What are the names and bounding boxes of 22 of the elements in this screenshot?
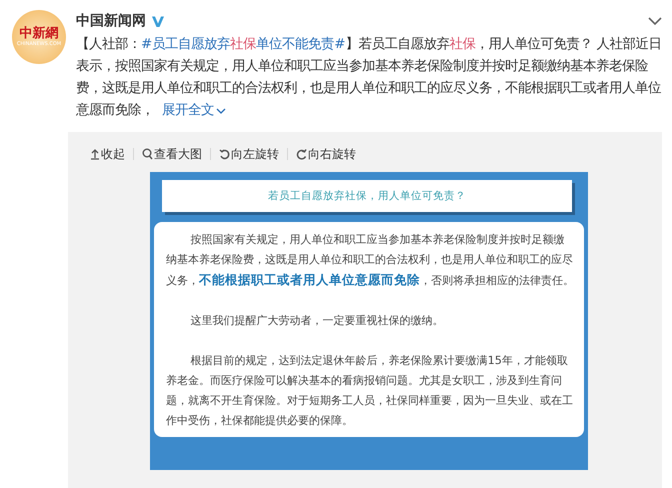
upload-arrow-icon bbox=[90, 148, 100, 160]
article-image[interactable] bbox=[150, 172, 588, 470]
chevron-down-icon[interactable] bbox=[648, 16, 662, 26]
expand-link[interactable]: 展开全文 bbox=[162, 100, 226, 122]
toolbar-button[interactable]: 向右旋转 bbox=[288, 146, 364, 162]
toolbar-button[interactable]: 查看大图 bbox=[134, 146, 210, 162]
image-paragraph: 按照国家有关规定，用人单位和职工应当参加基本养老保险制度并按时足额缴纳基本养老保险费，这既是用人单位和职工的合法权利，也是用人单位和职工的应尽义务，不能根据职工或者用人单位意愿而免除，否则将承担相应的法律责任。 bbox=[166, 232, 574, 289]
search-icon bbox=[142, 148, 153, 160]
chevron-down-icon bbox=[216, 108, 226, 114]
image-title: 若员工自愿放弃社保，用人单位可免责？ bbox=[162, 180, 572, 212]
toolbar-button[interactable]: 收起 bbox=[82, 146, 133, 162]
image-paragraph: 这里我们提醒广大劳动者，一定要重视社保的缴纳。 bbox=[190, 313, 445, 329]
author-name[interactable]: 中国新闻网 bbox=[76, 12, 146, 30]
image-paragraph: 根据目前的规定，达到法定退休年龄后，养老保险累计要缴满15年，才能领取养老金。而医疗保险可以解决基本的看病报销问题。尤其是女职工，涉及到生育问题，就离不开生育保险。对于短期务工人员，社保同样重要，因为一旦失业、或在工作中受伤，社保都能提供必要的保障。 bbox=[166, 353, 574, 429]
post-text: 【人社部：#员工自愿放弃社保单位不能免责#】若员工自愿放弃社保，用人单位可免责？ 人社部近日表示，按照国家有关规定，用人单位和职工应当参加基本养老保险制度并按时足额缴纳基本养老保险费，这既是用人单位和职工的合法权利，也是用人单位和职工的应尽义务，不能根据职工或者用人单位意愿而免除， 展开全文 bbox=[76, 34, 664, 122]
keyword-link[interactable]: 社保 bbox=[230, 37, 256, 52]
rotate-right-icon bbox=[296, 148, 307, 160]
rotate-left-icon bbox=[219, 148, 230, 160]
topic-link[interactable]: 单位不能免责# bbox=[256, 37, 346, 52]
topic-link[interactable]: #员工自愿放弃 bbox=[141, 37, 230, 52]
keyword-link[interactable]: 社保 bbox=[449, 37, 476, 52]
toolbar-button[interactable]: 向左旋转 bbox=[211, 146, 287, 162]
